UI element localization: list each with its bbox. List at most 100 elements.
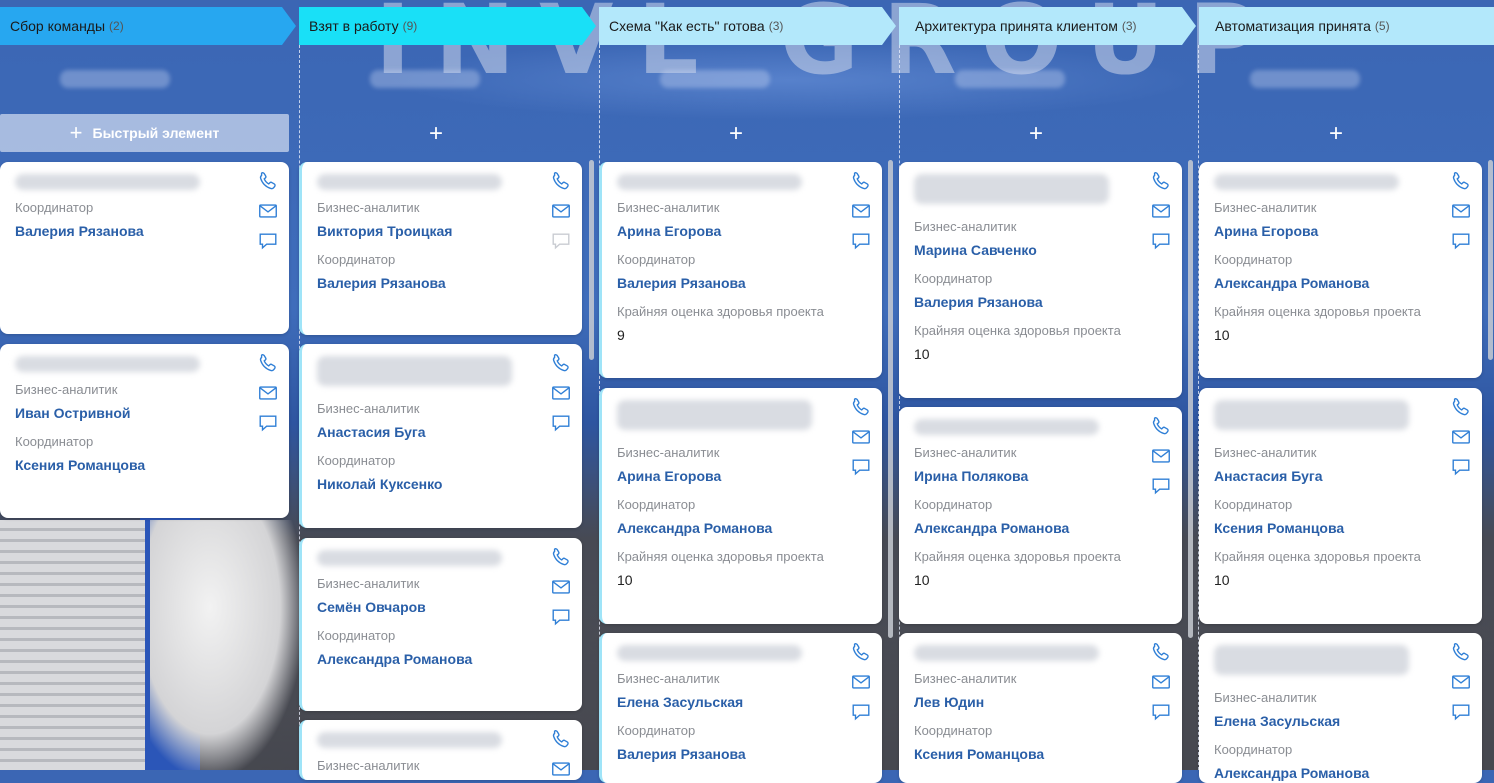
card-title-redacted[interactable]	[317, 550, 502, 566]
kanban-card[interactable]: Бизнес-аналитик Анастасия Буга Координатор…	[1199, 388, 1482, 624]
mail-icon[interactable]	[850, 671, 872, 693]
person-link[interactable]: Валерия Рязанова	[617, 745, 746, 763]
person-link[interactable]: Ксения Романцова	[914, 745, 1044, 763]
person-link[interactable]: Валерия Рязанова	[914, 293, 1043, 311]
phone-icon[interactable]	[1150, 641, 1172, 663]
scrollbar[interactable]	[589, 160, 594, 360]
person-link[interactable]: Александра Романова	[317, 650, 472, 668]
column-header-architecture-accepted[interactable]: Архитектура принята клиентом (3)	[899, 7, 1196, 45]
card-title-redacted[interactable]	[617, 174, 802, 190]
comment-icon[interactable]	[1450, 456, 1472, 478]
phone-icon[interactable]	[550, 170, 572, 192]
add-card-button[interactable]: +	[1024, 122, 1048, 146]
mail-icon[interactable]	[550, 576, 572, 598]
comment-icon[interactable]	[550, 412, 572, 434]
scrollbar[interactable]	[1488, 160, 1493, 360]
mail-icon[interactable]	[850, 426, 872, 448]
card-title-redacted[interactable]	[914, 645, 1099, 661]
kanban-card[interactable]: Бизнес-аналитик Марина Савченко Координато…	[899, 162, 1182, 398]
phone-icon[interactable]	[1450, 170, 1472, 192]
comment-icon[interactable]	[257, 412, 279, 434]
add-card-button[interactable]: +	[724, 122, 748, 146]
kanban-card[interactable]: Бизнес-аналитик Елена Засульская Координат…	[1199, 633, 1482, 783]
person-link[interactable]: Семён Овчаров	[317, 598, 426, 616]
quick-add-button[interactable]: + Быстрый элемент	[0, 114, 289, 152]
mail-icon[interactable]	[257, 382, 279, 404]
phone-icon[interactable]	[850, 396, 872, 418]
comment-icon[interactable]	[1150, 701, 1172, 723]
comment-icon[interactable]	[1150, 230, 1172, 252]
person-link[interactable]: Александра Романова	[914, 519, 1069, 537]
column-header-automation-accepted[interactable]: Автоматизация принята (5)	[1199, 7, 1494, 45]
comment-icon[interactable]	[550, 606, 572, 628]
kanban-card[interactable]: Бизнес-аналитик Виктория Троицкая Координа…	[299, 162, 582, 335]
phone-icon[interactable]	[550, 352, 572, 374]
comment-icon[interactable]	[550, 230, 572, 252]
comment-icon[interactable]	[850, 701, 872, 723]
phone-icon[interactable]	[550, 728, 572, 750]
phone-icon[interactable]	[1450, 396, 1472, 418]
card-title-redacted[interactable]	[317, 732, 502, 748]
person-link[interactable]: Лев Юдин	[914, 693, 1016, 711]
mail-icon[interactable]	[550, 200, 572, 222]
add-card-button[interactable]: +	[424, 122, 448, 146]
card-title-redacted[interactable]	[317, 174, 502, 190]
kanban-card[interactable]: Бизнес-аналитик Ирина Полякова Координатор…	[899, 407, 1182, 624]
comment-icon[interactable]	[1150, 475, 1172, 497]
kanban-card[interactable]: Бизнес-аналитик Семён Овчаров Координатор А…	[299, 538, 582, 711]
person-link[interactable]: Анастасия Буга	[1214, 467, 1323, 485]
person-link[interactable]: Виктория Троицкая	[317, 222, 452, 240]
comment-icon[interactable]	[1450, 230, 1472, 252]
person-link[interactable]: Николай Куксенко	[317, 475, 442, 493]
column-header-in-progress[interactable]: Взят в работу (9)	[299, 7, 596, 45]
kanban-card[interactable]: Бизнес-аналитик Анастасия Буга Координатор…	[299, 344, 582, 528]
kanban-card[interactable]: Бизнес-аналитик	[299, 720, 582, 780]
card-title-redacted[interactable]	[15, 356, 200, 372]
person-link[interactable]: Марина Савченко	[914, 241, 1037, 259]
phone-icon[interactable]	[1150, 415, 1172, 437]
comment-icon[interactable]	[850, 230, 872, 252]
card-title-redacted[interactable]	[1214, 400, 1409, 430]
card-title-redacted[interactable]	[15, 174, 200, 190]
person-link[interactable]: Елена Засульская	[617, 693, 743, 711]
mail-icon[interactable]	[1450, 200, 1472, 222]
kanban-card[interactable]: Бизнес-аналитик Арина Егорова Координатор В…	[599, 162, 882, 378]
kanban-card[interactable]: Бизнес-аналитик Елена Засульская Координат…	[599, 633, 882, 783]
phone-icon[interactable]	[850, 170, 872, 192]
phone-icon[interactable]	[257, 352, 279, 374]
person-link[interactable]: Валерия Рязанова	[15, 222, 144, 240]
phone-icon[interactable]	[1450, 641, 1472, 663]
scrollbar[interactable]	[1188, 160, 1193, 638]
person-link[interactable]: Александра Романова	[1214, 764, 1369, 782]
person-link[interactable]: Иван Остривной	[15, 404, 131, 422]
person-link[interactable]: Арина Егорова	[1214, 222, 1318, 240]
card-title-redacted[interactable]	[1214, 174, 1399, 190]
mail-icon[interactable]	[850, 200, 872, 222]
card-title-redacted[interactable]	[617, 400, 812, 430]
person-link[interactable]: Анастасия Буга	[317, 423, 426, 441]
mail-icon[interactable]	[1150, 200, 1172, 222]
person-link[interactable]: Арина Егорова	[617, 222, 721, 240]
card-title-redacted[interactable]	[317, 356, 512, 386]
card-title-redacted[interactable]	[914, 419, 1099, 435]
kanban-card[interactable]: Бизнес-аналитик Лев Юдин Координатор Ксения…	[899, 633, 1182, 783]
comment-icon[interactable]	[257, 230, 279, 252]
phone-icon[interactable]	[1150, 170, 1172, 192]
add-card-button[interactable]: +	[1324, 122, 1348, 146]
person-link[interactable]: Ксения Романцова	[1214, 519, 1344, 537]
comment-icon[interactable]	[850, 456, 872, 478]
card-title-redacted[interactable]	[914, 174, 1109, 204]
mail-icon[interactable]	[1150, 445, 1172, 467]
kanban-card[interactable]: Бизнес-аналитик Арина Егорова Координатор А…	[1199, 162, 1482, 378]
column-header-team-assembly[interactable]: Сбор команды (2)	[0, 7, 296, 45]
person-link[interactable]: Ксения Романцова	[15, 456, 145, 474]
person-link[interactable]: Александра Романова	[617, 519, 772, 537]
card-title-redacted[interactable]	[1214, 645, 1409, 675]
kanban-card[interactable]: Координатор Валерия Рязанова	[0, 162, 289, 334]
person-link[interactable]: Валерия Рязанова	[617, 274, 746, 292]
person-link[interactable]: Елена Засульская	[1214, 712, 1340, 730]
person-link[interactable]: Ирина Полякова	[914, 467, 1028, 485]
kanban-card[interactable]: Бизнес-аналитик Арина Егорова Координатор А…	[599, 388, 882, 624]
phone-icon[interactable]	[850, 641, 872, 663]
person-link[interactable]: Арина Егорова	[617, 467, 721, 485]
